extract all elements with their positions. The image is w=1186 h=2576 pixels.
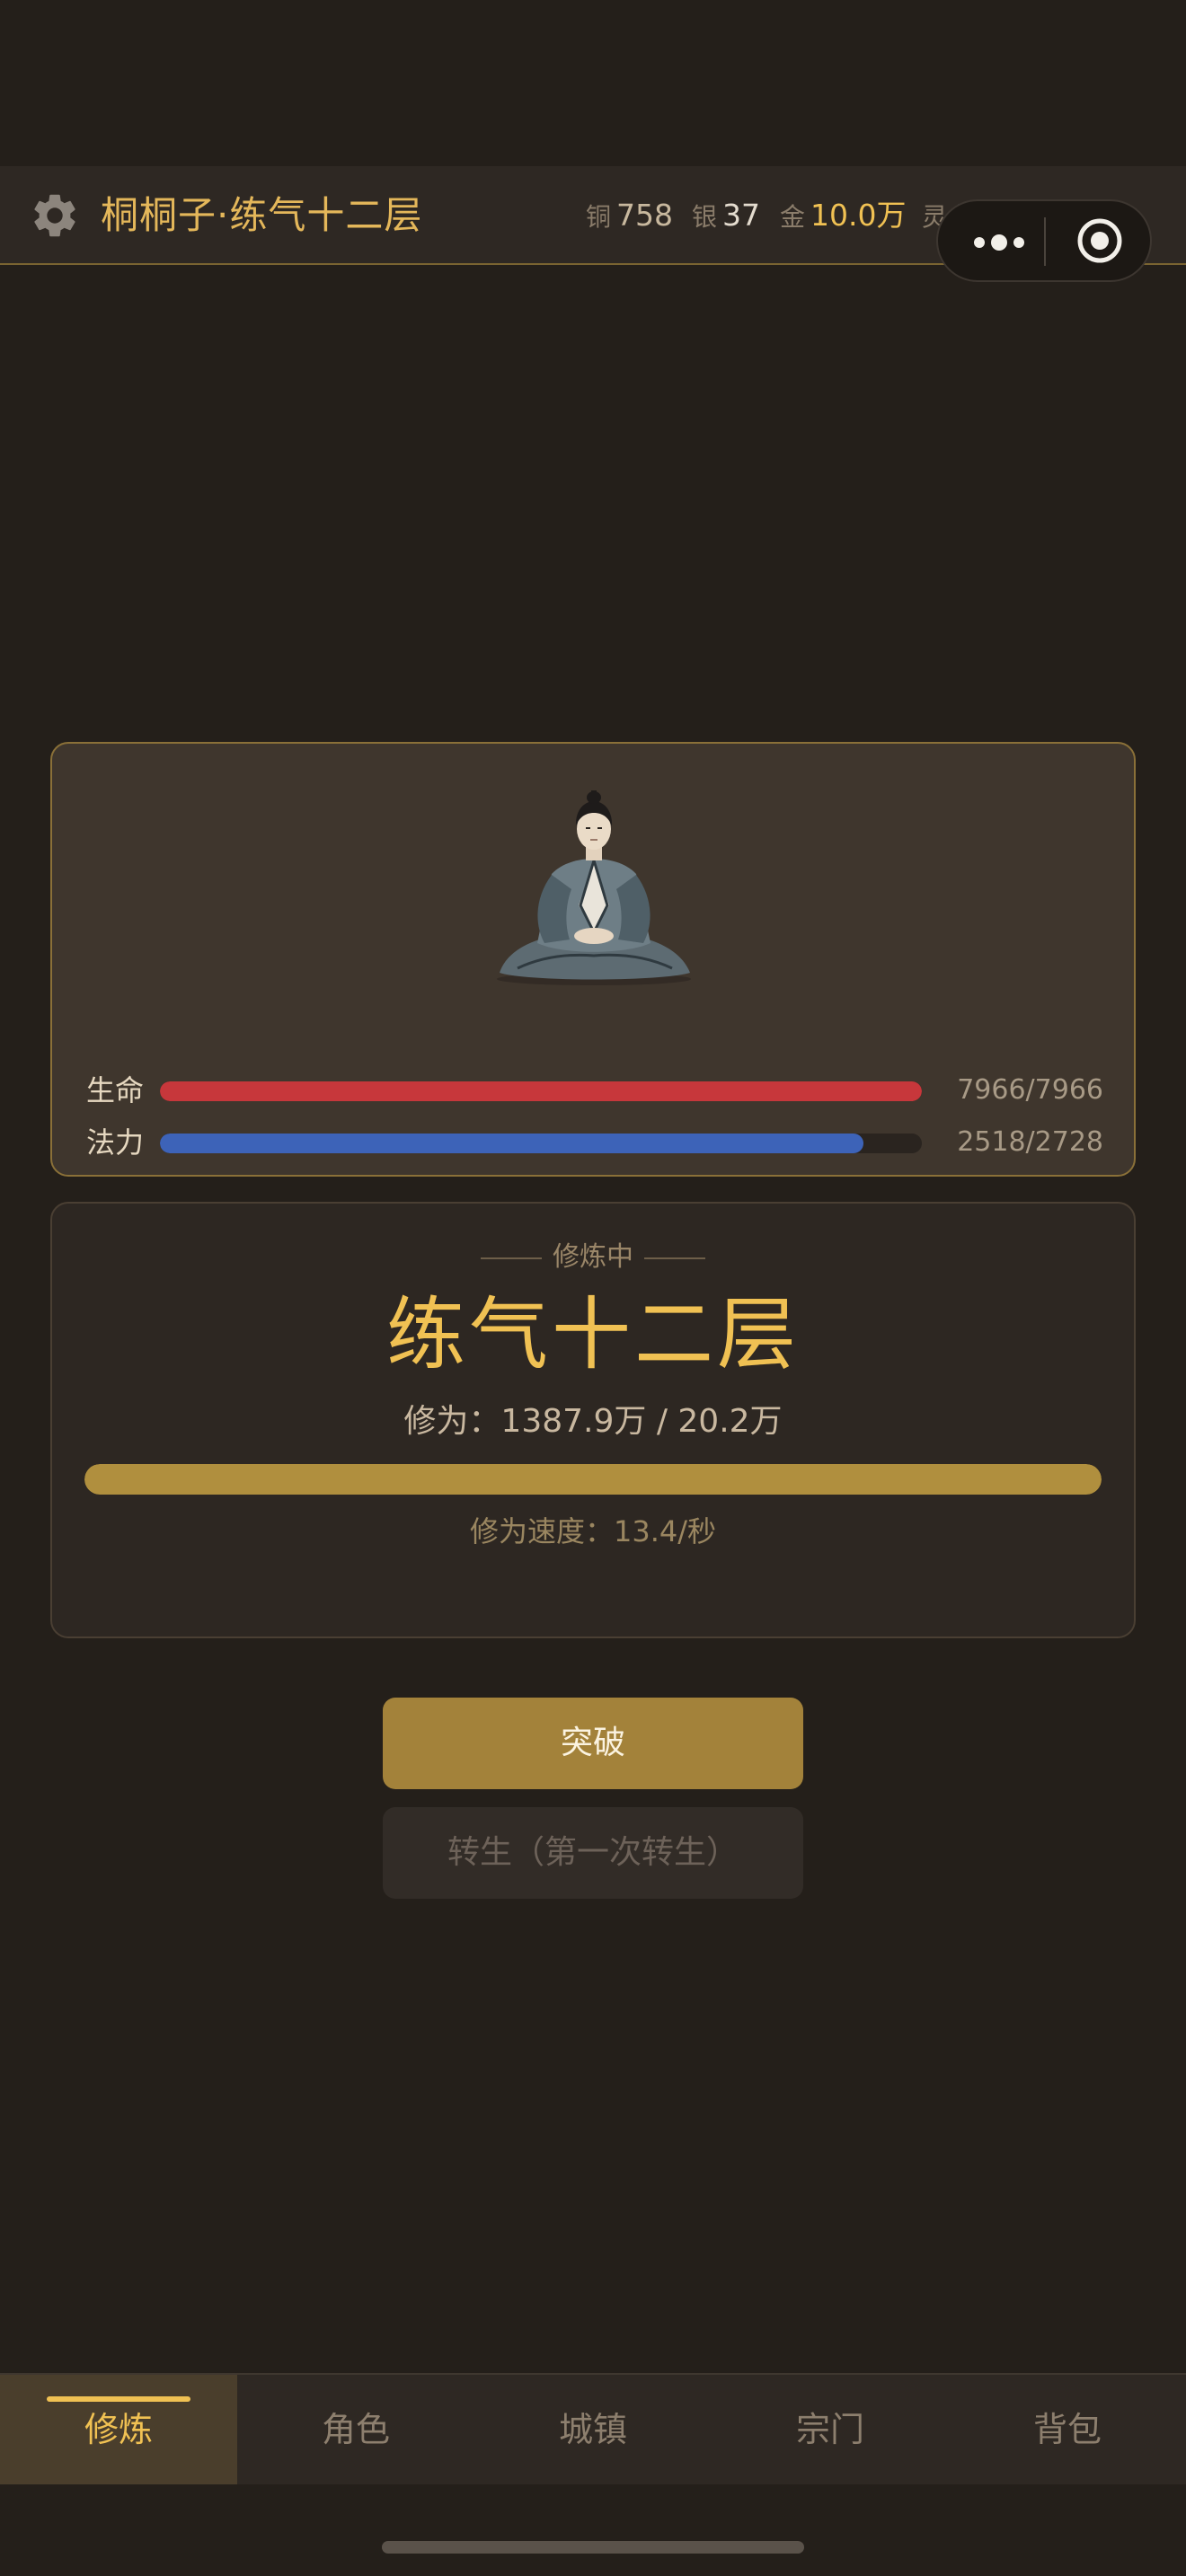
- miniprogram-capsule: [936, 199, 1152, 282]
- screen: 桐桐子·练气十二层 铜758 银37 金10.0万 灵0: [0, 0, 1186, 2576]
- tab-backpack-label: 背包: [1032, 2410, 1102, 2449]
- tab-character[interactable]: 角色: [237, 2375, 474, 2484]
- status-line-left: [481, 1257, 542, 1259]
- hp-label: 生命: [86, 1073, 145, 1107]
- cultivation-status: 修炼中: [52, 1239, 1134, 1275]
- status-line-right: [644, 1257, 705, 1259]
- currency-silver-value: 37: [722, 198, 761, 233]
- gear-icon[interactable]: [29, 190, 81, 242]
- rebirth-button[interactable]: 转生（第一次转生）: [383, 1807, 803, 1899]
- currency-gold-value: 10.0万: [810, 198, 907, 233]
- cultivation-progress-bar: [84, 1464, 1102, 1495]
- tab-sect-label: 宗门: [795, 2410, 864, 2449]
- more-dots-icon[interactable]: [963, 201, 1035, 280]
- mp-row: 法力 2518/2728: [86, 1121, 1103, 1164]
- mp-label: 法力: [86, 1125, 145, 1160]
- tab-town[interactable]: 城镇: [474, 2375, 712, 2484]
- cultivation-speed: 修为速度：13.4/秒: [469, 1514, 717, 1548]
- currency-silver-label: 银: [692, 202, 718, 232]
- hp-bar: [160, 1081, 922, 1101]
- tab-backpack[interactable]: 背包: [949, 2375, 1186, 2484]
- mp-bar: [160, 1134, 922, 1153]
- character-card: 生命 7966/7966 法力 2518/2728: [50, 742, 1136, 1177]
- home-indicator[interactable]: [382, 2541, 804, 2554]
- currency-copper-value: 758: [616, 198, 674, 233]
- cultivation-progress-fill: [84, 1464, 1102, 1495]
- currency-silver: 银 37: [692, 191, 760, 240]
- hp-bar-fill: [160, 1081, 922, 1101]
- currency-copper-label: 铜: [586, 202, 612, 232]
- currency-gold: 金 10.0万: [780, 191, 907, 240]
- bottom-tab-bar: 修炼 角色 城镇 宗门 背包: [0, 2373, 1186, 2484]
- mp-value: 2518/2728: [957, 1126, 1103, 1158]
- xiuwei-text: 修为：1387.9万 / 20.2万: [403, 1403, 783, 1440]
- close-miniprogram-icon[interactable]: [1075, 216, 1125, 266]
- breakthrough-button[interactable]: 突破: [383, 1698, 803, 1789]
- hp-row: 生命 7966/7966: [86, 1069, 1103, 1112]
- currency-copper: 铜 758: [586, 191, 673, 240]
- meditating-cultivator-icon: [497, 790, 691, 985]
- mp-bar-fill: [160, 1134, 863, 1153]
- active-tab-indicator: [47, 2396, 190, 2402]
- realm-title: 练气十二层: [385, 1288, 800, 1381]
- capsule-divider: [1044, 217, 1046, 266]
- cultivation-status-text: 修炼中: [553, 1241, 633, 1273]
- tab-character-label: 角色: [321, 2410, 390, 2449]
- tab-sect[interactable]: 宗门: [712, 2375, 949, 2484]
- tab-cultivate-label: 修炼: [84, 2410, 153, 2449]
- tab-cultivate[interactable]: 修炼: [0, 2375, 237, 2484]
- cultivation-card: 修炼中 练气十二层 修为：1387.9万 / 20.2万 修为速度：13.4/秒: [50, 1202, 1136, 1638]
- page-title: 桐桐子·练气十二层: [101, 193, 423, 237]
- tab-town-label: 城镇: [558, 2410, 627, 2449]
- currency-gold-label: 金: [780, 202, 806, 232]
- hp-value: 7966/7966: [957, 1074, 1103, 1106]
